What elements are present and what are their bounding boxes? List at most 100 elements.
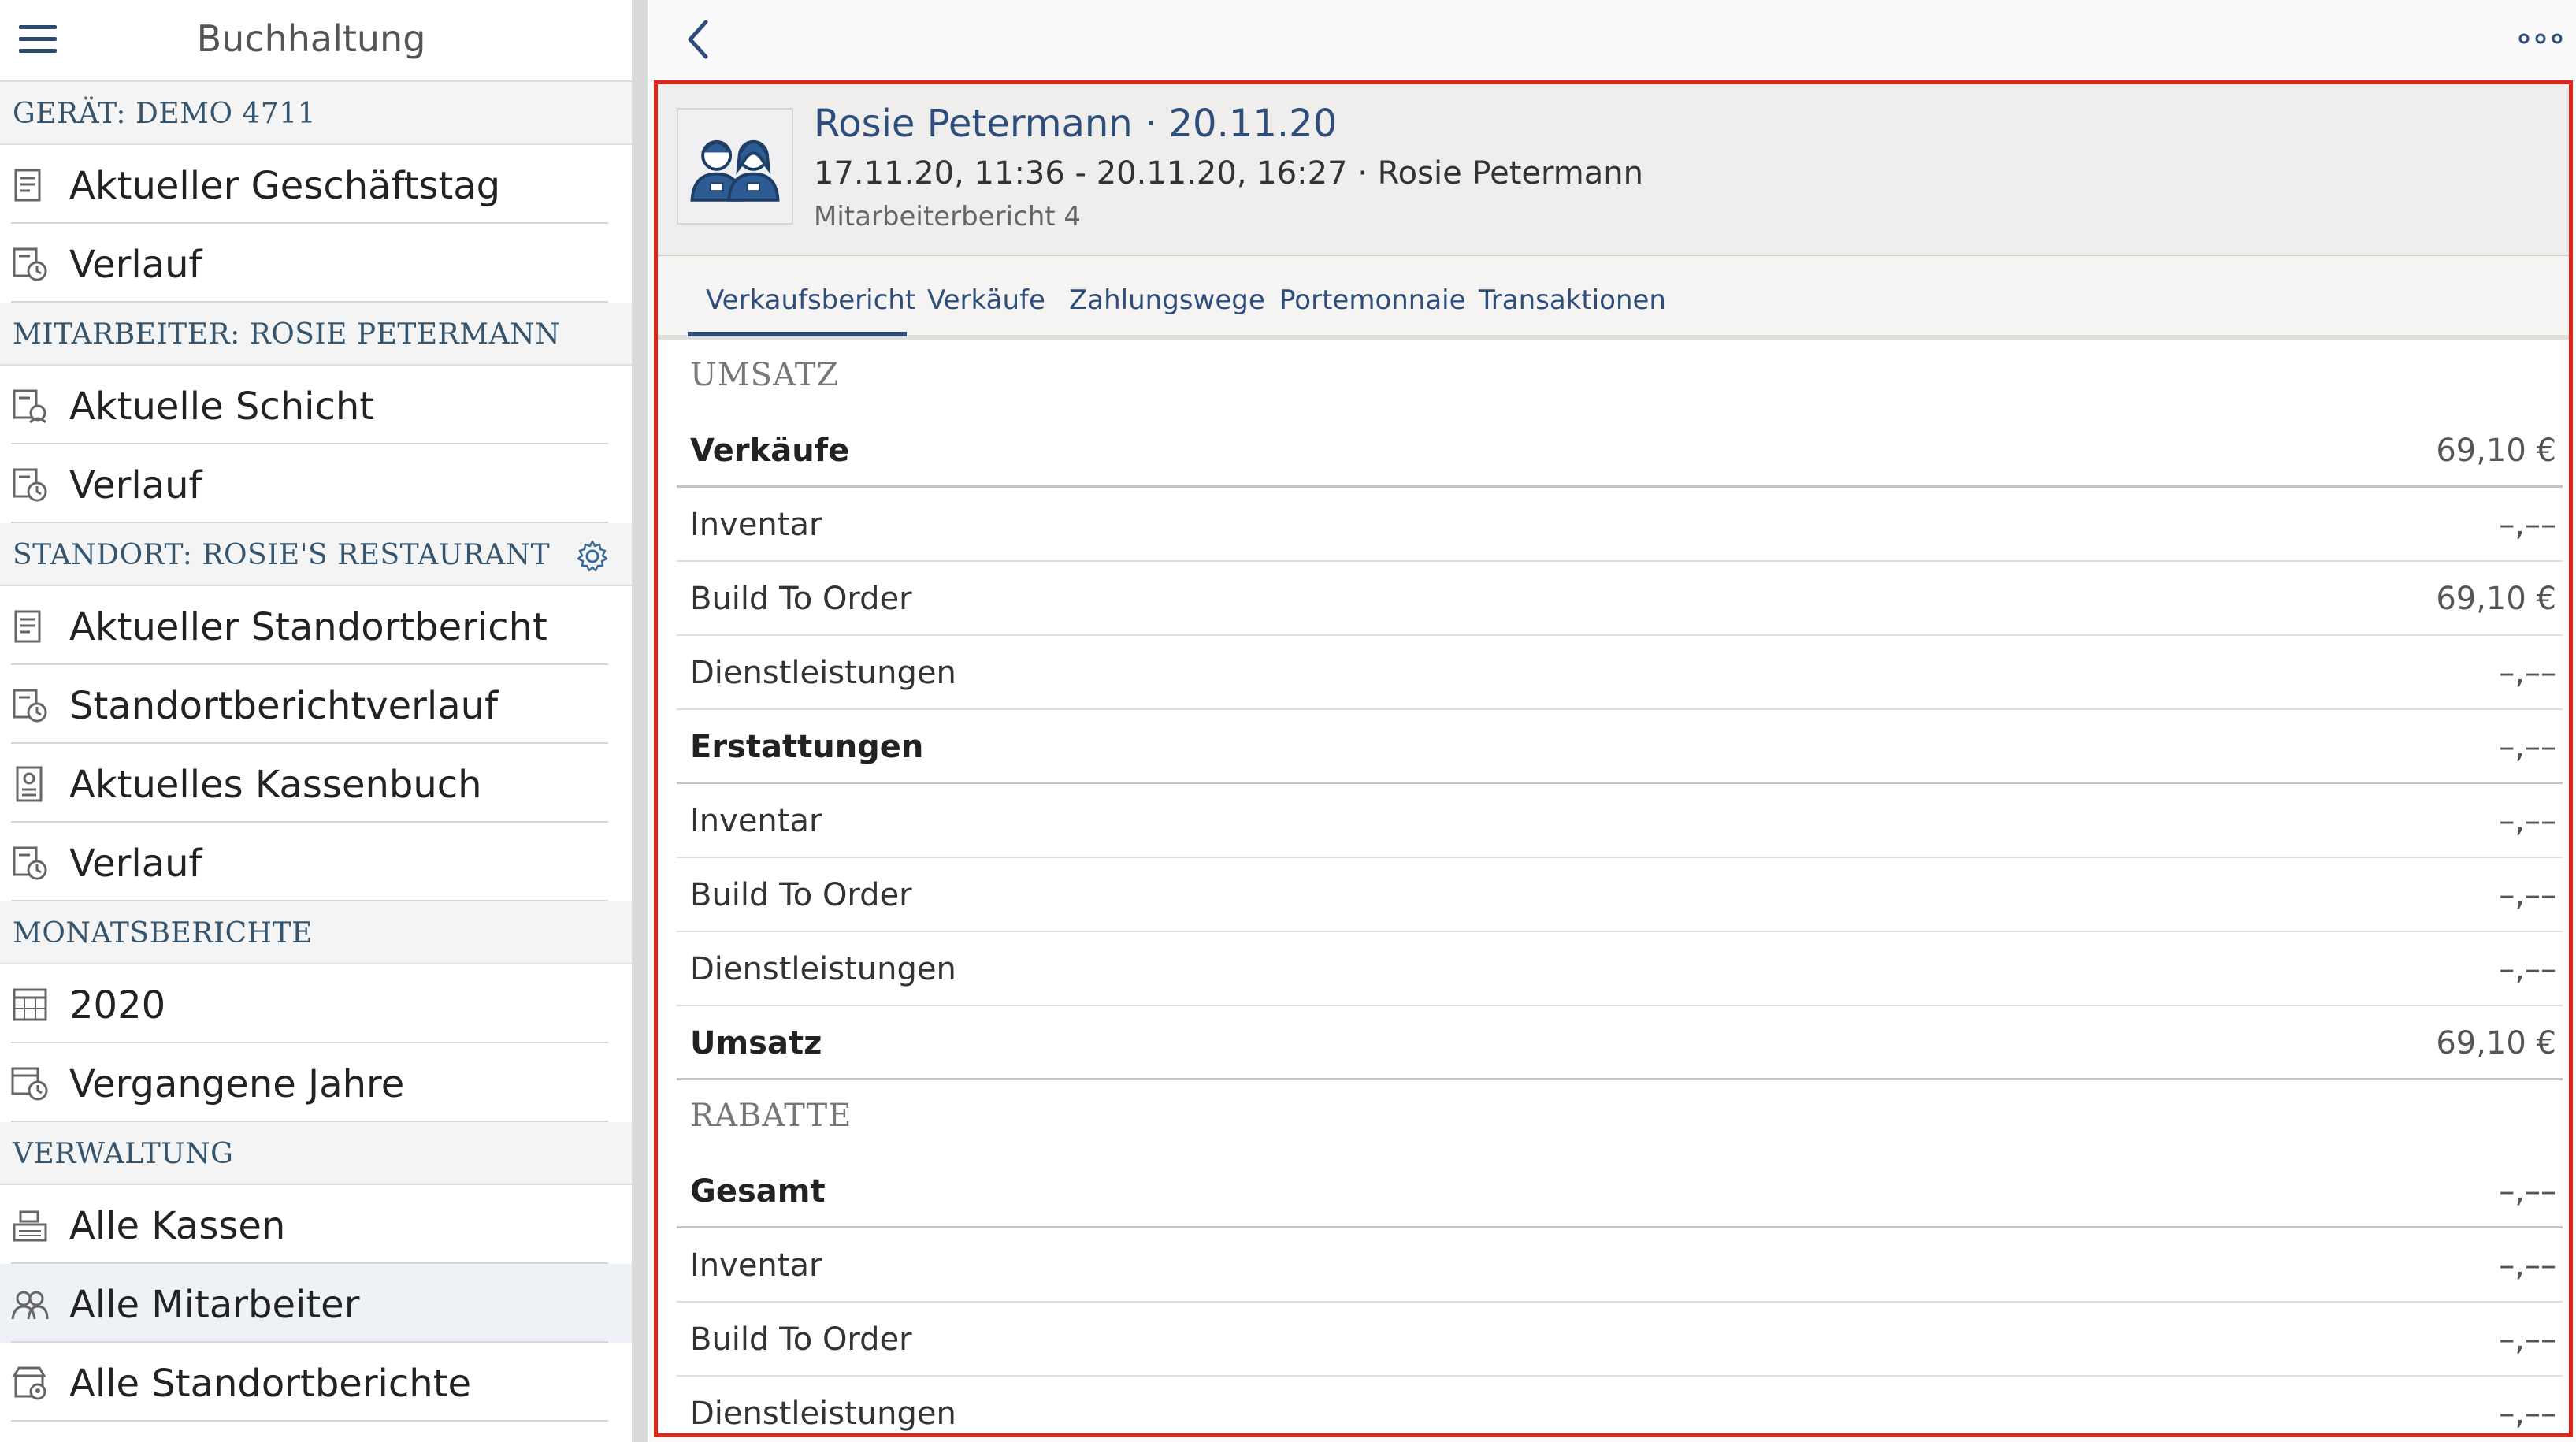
tab-transaktionen[interactable]: Transaktionen (1479, 284, 1666, 316)
row-label: Verkäufe (690, 433, 850, 469)
row-label: Inventar (690, 507, 822, 543)
report-row: Inventar –,–– (677, 488, 2563, 562)
report-panel: Rosie Petermann · 20.11.20 17.11.20, 11:… (654, 80, 2573, 1437)
report-row: Erstattungen –,–– (677, 710, 2563, 784)
more-options-icon[interactable] (2513, 16, 2568, 61)
sidebar-item-vergangene-jahre[interactable]: Vergangene Jahre (0, 1043, 632, 1122)
sidebar-item-label: Standortberichtverlauf (69, 684, 498, 728)
report-header: Rosie Petermann · 20.11.20 17.11.20, 11:… (658, 84, 2569, 256)
sidebar-item-label: Aktueller Geschäftstag (69, 164, 501, 208)
sidebar-item-label: Aktuelle Schicht (69, 385, 375, 429)
sidebar-item-alle-standortberichte[interactable]: Alle Standortberichte (0, 1343, 632, 1422)
row-value: –,–– (2499, 1173, 2556, 1210)
employees-avatar-icon (677, 108, 793, 225)
row-label: Dienstleistungen (690, 655, 956, 691)
report-row: Umsatz 69,10 € (677, 1006, 2563, 1080)
history-receipt-icon (13, 689, 47, 723)
main-pane: Rosie Petermann · 20.11.20 17.11.20, 11:… (648, 0, 2576, 1442)
sidebar-item-alle-mitarbeiter[interactable]: Alle Mitarbeiter (0, 1264, 632, 1343)
row-label: Dienstleistungen (690, 1396, 956, 1432)
report-row: Build To Order –,–– (677, 858, 2563, 932)
sidebar-item-aktuelles-kassenbuch[interactable]: Aktuelles Kassenbuch (0, 744, 632, 823)
row-label: Inventar (690, 1247, 822, 1284)
row-value: 69,10 € (2436, 433, 2556, 469)
sidebar-title: Buchhaltung (196, 17, 426, 60)
report-group-header: UMSATZ (677, 340, 2563, 414)
sidebar-item-standortberichtverlauf[interactable]: Standortberichtverlauf (0, 665, 632, 744)
history-receipt-icon (13, 846, 47, 880)
group-label: UMSATZ (690, 357, 840, 393)
section-label: GERÄT: DEMO 4711 (13, 98, 317, 130)
row-value: –,–– (2499, 655, 2556, 691)
report-group-header: RABATTE (677, 1080, 2563, 1154)
sidebar-section-header: GERÄT: DEMO 4711 (0, 82, 632, 145)
sidebar-item-aktueller-standortbericht[interactable]: Aktueller Standortbericht (0, 586, 632, 665)
row-label: Gesamt (690, 1173, 826, 1210)
report-row: Build To Order 69,10 € (677, 562, 2563, 636)
employees-icon (11, 1291, 49, 1320)
sidebar-item-label: Verlauf (69, 243, 202, 287)
shift-receipt-icon (13, 389, 47, 424)
report-name: Mitarbeiterbericht 4 (814, 201, 1082, 232)
receipt-icon (14, 610, 41, 643)
pane-divider[interactable] (632, 0, 648, 1442)
sidebar: Buchhaltung GERÄT: DEMO 4711 Aktueller Ge… (0, 0, 632, 1442)
tab-portemonnaie[interactable]: Portemonnaie (1279, 284, 1466, 316)
sidebar-item-verlauf[interactable]: Verlauf (0, 823, 632, 901)
report-row: Dienstleistungen –,–– (677, 636, 2563, 710)
sidebar-item-label: Vergangene Jahre (69, 1062, 405, 1106)
report-row: Gesamt –,–– (677, 1154, 2563, 1228)
cashbook-icon (16, 766, 43, 802)
sidebar-item-label: Alle Mitarbeiter (69, 1283, 360, 1327)
tab-verkaufsbericht[interactable]: Verkaufsbericht (706, 284, 915, 316)
row-value: –,–– (2499, 507, 2556, 543)
sidebar-section-header: STANDORT: ROSIE'S RESTAURANT (0, 523, 632, 586)
row-value: –,–– (2499, 729, 2556, 765)
report-row: Dienstleistungen –,–– (677, 1377, 2563, 1433)
sidebar-item-verlauf[interactable]: Verlauf (0, 224, 632, 303)
sidebar-item-label: Verlauf (69, 463, 202, 507)
calendar-icon (13, 988, 47, 1021)
sidebar-section-header: VERWALTUNG (0, 1122, 632, 1185)
section-label: STANDORT: ROSIE'S RESTAURANT (13, 539, 551, 571)
sidebar-item-label: Alle Kassen (69, 1204, 286, 1248)
sidebar-item-label: Verlauf (69, 842, 202, 886)
sidebar-item-2020[interactable]: 2020 (0, 964, 632, 1043)
section-label: VERWALTUNG (13, 1138, 234, 1170)
history-receipt-icon (13, 468, 47, 502)
sidebar-item-label: 2020 (69, 983, 166, 1028)
row-value: –,–– (2499, 1247, 2556, 1284)
row-value: –,–– (2499, 1396, 2556, 1432)
sidebar-item-label: Aktueller Standortbericht (69, 605, 547, 649)
report-row: Build To Order –,–– (677, 1303, 2563, 1377)
row-label: Build To Order (690, 1321, 912, 1358)
history-calendar-icon (11, 1067, 48, 1101)
report-title: Rosie Petermann · 20.11.20 (814, 102, 1338, 146)
row-value: –,–– (2499, 951, 2556, 987)
tab-bar: Verkaufsbericht Verkäufe Zahlungswege Po… (658, 256, 2569, 340)
row-label: Build To Order (690, 581, 912, 617)
sidebar-item-aktuelle-schicht[interactable]: Aktuelle Schicht (0, 366, 632, 444)
tab-zahlungswege[interactable]: Zahlungswege (1069, 284, 1265, 316)
report-period: 17.11.20, 11:36 - 20.11.20, 16:27 · Rosi… (814, 155, 1643, 191)
row-value: –,–– (2499, 1321, 2556, 1358)
row-value: 69,10 € (2436, 1025, 2556, 1061)
sidebar-item-verlauf[interactable]: Verlauf (0, 444, 632, 523)
group-label: RABATTE (690, 1098, 852, 1134)
sidebar-list: GERÄT: DEMO 4711 Aktueller Geschäftstag Ve… (0, 82, 632, 1422)
active-tab-indicator (688, 332, 907, 336)
tab-verkaeufe[interactable]: Verkäufe (927, 284, 1045, 316)
back-chevron-icon[interactable] (682, 17, 714, 61)
cash-register-icon (13, 1210, 47, 1242)
report-row: Dienstleistungen –,–– (677, 932, 2563, 1006)
item-divider (11, 1420, 608, 1422)
report-row: Inventar –,–– (677, 1228, 2563, 1303)
report-table: UMSATZ Verkäufe 69,10 € Inventar –,–– Build T… (658, 340, 2569, 1433)
section-label: MONATSBERICHTE (13, 917, 313, 950)
report-row: Verkäufe 69,10 € (677, 414, 2563, 488)
report-row: Inventar –,–– (677, 784, 2563, 858)
sidebar-item-aktueller-gesch-ftstag[interactable]: Aktueller Geschäftstag (0, 145, 632, 224)
sidebar-item-alle-kassen[interactable]: Alle Kassen (0, 1185, 632, 1264)
sidebar-section-header: MONATSBERICHTE (0, 901, 632, 964)
gear-icon[interactable] (575, 539, 610, 574)
